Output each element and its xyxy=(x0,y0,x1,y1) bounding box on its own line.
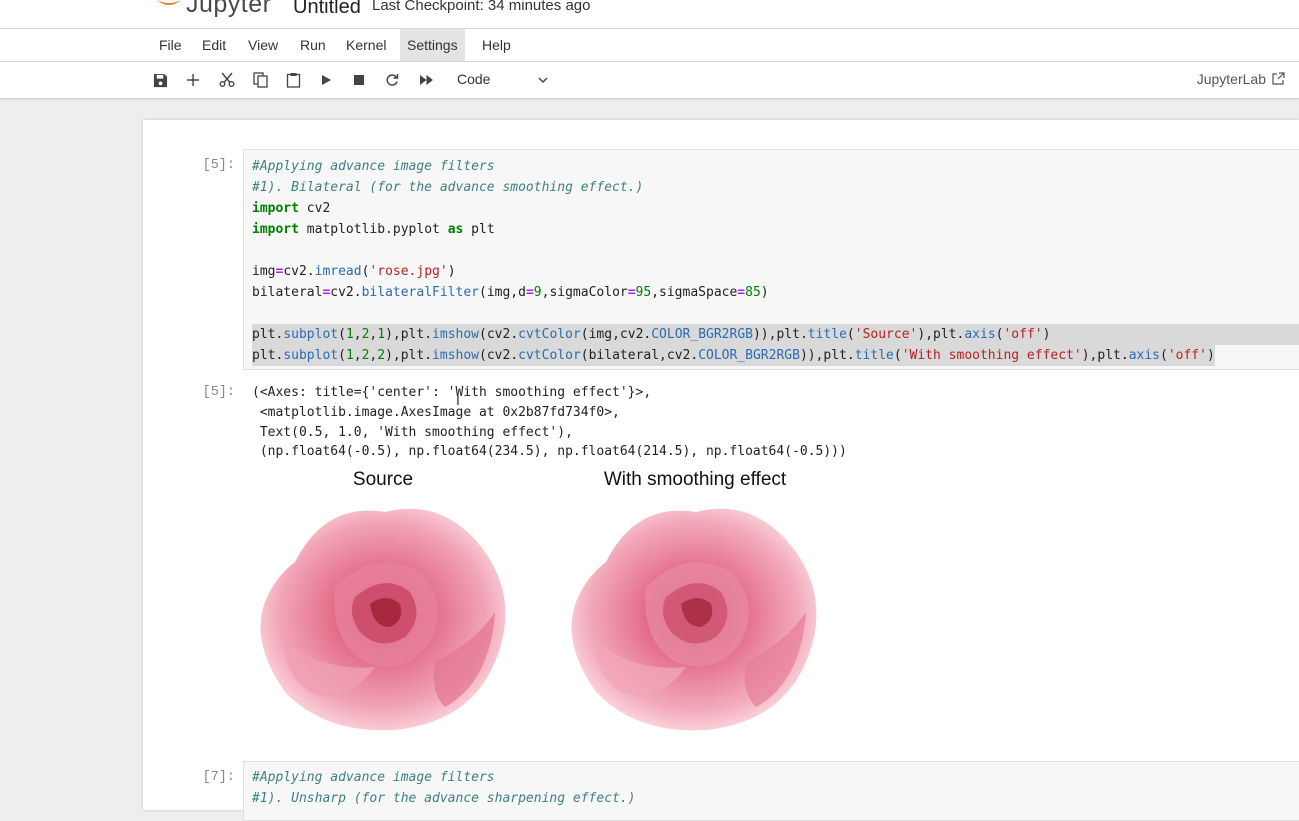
notebook-header: Jupyter Untitled Last Checkpoint: 34 min… xyxy=(0,0,1299,29)
notebook-panel: [5]: #Applying advance image filters #1)… xyxy=(143,120,1299,821)
code-line: #1). Bilateral (for the advance smoothin… xyxy=(252,180,644,195)
code-cell-input[interactable]: #Applying advance image filters #1). Bil… xyxy=(243,149,1299,370)
menu-run[interactable]: Run xyxy=(293,29,333,61)
copy-icon[interactable] xyxy=(250,70,270,90)
jupyterlab-link[interactable]: JupyterLab xyxy=(1197,71,1285,87)
plus-icon[interactable] xyxy=(183,70,203,90)
rose-image-smoothed xyxy=(571,508,817,731)
play-icon[interactable] xyxy=(316,70,336,90)
output-line: (<Axes: title={'center': 'With smoothing… xyxy=(252,385,652,400)
menu-kernel[interactable]: Kernel xyxy=(339,29,393,61)
checkpoint-status: Last Checkpoint: 34 minutes ago xyxy=(372,0,591,14)
code-line: plt.subplot(1,2,2),plt.imshow(cv2.cvtCol… xyxy=(252,345,1215,366)
code-line: bilateral=cv2.bilateralFilter(img,d=9,si… xyxy=(252,285,769,300)
figure-title-smoothed: With smoothing effect xyxy=(603,469,787,490)
menu-help[interactable]: Help xyxy=(475,29,518,61)
menu-view[interactable]: View xyxy=(241,29,285,61)
menu-edit[interactable]: Edit xyxy=(195,29,233,61)
cell-output-prompt: [5]: xyxy=(202,385,235,400)
external-link-icon xyxy=(1272,72,1285,85)
save-icon[interactable] xyxy=(150,70,170,90)
output-line: Text(0.5, 1.0, 'With smoothing effect'), xyxy=(252,425,573,440)
menu-bar: File Edit View Run Kernel Settings Help xyxy=(0,29,1299,62)
jupyter-logo[interactable]: Jupyter xyxy=(152,0,282,22)
code-line: plt.subplot(1,2,1),plt.imshow(cv2.cvtCol… xyxy=(252,324,1299,345)
code-line: import cv2 xyxy=(252,201,331,216)
notebook-toolbar: Code JupyterLab xyxy=(0,62,1299,99)
output-line: (np.float64(-0.5), np.float64(234.5), np… xyxy=(252,444,847,459)
logo-text: Jupyter xyxy=(186,0,272,18)
code-line: import matplotlib.pyplot as plt xyxy=(252,222,495,237)
menu-file[interactable]: File xyxy=(152,29,189,61)
paste-icon[interactable] xyxy=(283,70,303,90)
stop-icon[interactable] xyxy=(349,70,369,90)
menu-settings[interactable]: Settings xyxy=(400,29,465,61)
code-cell-input[interactable]: #Applying advance image filters #1). Uns… xyxy=(243,761,1299,821)
code-line: #Applying advance image filters xyxy=(252,159,495,174)
cell-type-select[interactable]: Code xyxy=(457,71,490,87)
code-line: img=cv2.imread('rose.jpg') xyxy=(252,264,456,279)
scissors-icon[interactable] xyxy=(217,70,237,90)
rose-image-source xyxy=(260,508,506,731)
code-line: #1). Unsharp (for the advance sharpening… xyxy=(252,791,636,806)
restart-icon[interactable] xyxy=(382,70,402,90)
notebook-title[interactable]: Untitled xyxy=(293,0,361,19)
output-line: <matplotlib.image.AxesImage at 0x2b87fd7… xyxy=(252,405,620,420)
figure-title-source: Source xyxy=(352,469,414,490)
text-cursor-icon: I xyxy=(456,392,460,408)
code-line: #Applying advance image filters xyxy=(252,770,495,785)
fast-forward-icon[interactable] xyxy=(416,70,436,90)
cell-input-prompt: [7]: xyxy=(202,770,235,785)
jupyterlab-link-label: JupyterLab xyxy=(1196,71,1266,87)
jupyter-logo-icon xyxy=(157,0,181,5)
cell-input-prompt: [5]: xyxy=(202,158,235,173)
chevron-down-icon[interactable] xyxy=(537,73,549,91)
